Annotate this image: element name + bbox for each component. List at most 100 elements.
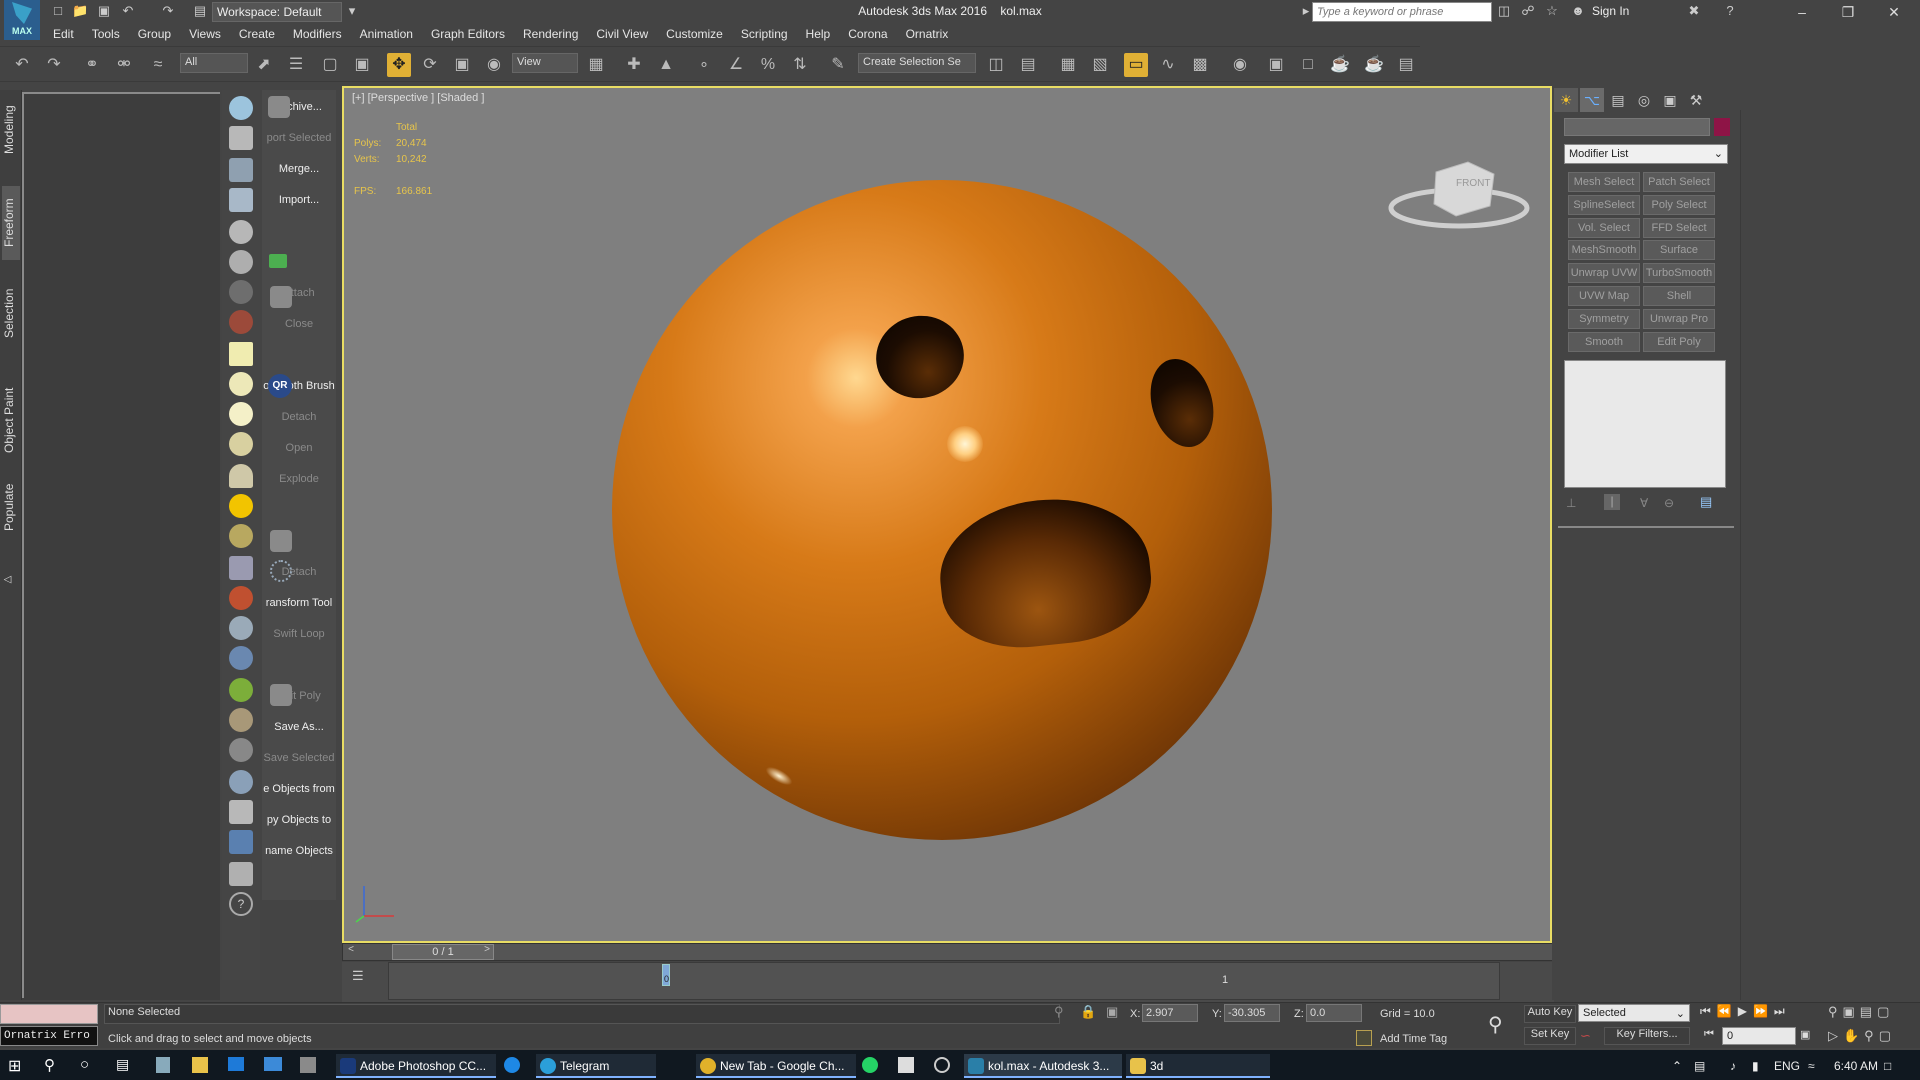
viewport-label[interactable]: [+] [Perspective ] [Shaded ]: [352, 92, 484, 104]
minimize-button[interactable]: –: [1784, 2, 1820, 22]
render-iterative-icon[interactable]: ☕: [1362, 53, 1386, 77]
menu-corona[interactable]: Corona: [839, 24, 896, 41]
window-crossing-icon[interactable]: ▣: [350, 53, 374, 77]
modifier-button[interactable]: UVW Map: [1568, 286, 1640, 306]
disc-icon[interactable]: [229, 372, 253, 396]
new-file-icon[interactable]: □: [50, 3, 66, 19]
quad-item[interactable]: Save Selected: [262, 743, 336, 773]
modifier-stack[interactable]: [1564, 360, 1726, 488]
quad-item[interactable]: [262, 216, 336, 246]
select-object-icon[interactable]: ⬈: [252, 53, 276, 77]
battery-icon[interactable]: ▮: [1752, 1059, 1759, 1073]
bind-space-warp-icon[interactable]: ≈: [146, 53, 170, 77]
render-production-icon[interactable]: ☕: [1328, 53, 1352, 77]
dynamics-icon[interactable]: [229, 280, 253, 304]
ribbon-tab-selection[interactable]: Selection: [2, 280, 20, 346]
named-selection-set-dropdown[interactable]: Create Selection Se: [858, 53, 976, 73]
modifier-button[interactable]: MeshSmooth: [1568, 240, 1640, 261]
menu-customize[interactable]: Customize: [657, 24, 732, 41]
taskbar-telegram[interactable]: Telegram: [536, 1054, 656, 1078]
scene-explorer-icon[interactable]: ▦: [1056, 53, 1080, 77]
key-mode-dropdown[interactable]: Selected ⌄: [1578, 1004, 1690, 1022]
menu-group[interactable]: Group: [129, 24, 180, 41]
archive-icon[interactable]: [229, 96, 253, 120]
modifier-button[interactable]: Vol. Select: [1568, 217, 1640, 238]
edit-named-selection-icon[interactable]: ✎: [826, 53, 850, 77]
render-setup-icon[interactable]: ▣: [1264, 53, 1288, 77]
spiral-icon[interactable]: [229, 738, 253, 762]
menu-views[interactable]: Views: [180, 24, 230, 41]
volume-icon[interactable]: ♪: [1730, 1059, 1736, 1073]
language-indicator[interactable]: ENG: [1774, 1059, 1800, 1073]
user-icon[interactable]: ☻: [1570, 3, 1586, 19]
current-frame-field[interactable]: 0: [1722, 1027, 1796, 1045]
show-end-result-icon[interactable]: |: [1604, 494, 1620, 510]
merge-icon[interactable]: [229, 158, 253, 182]
taskbar-3d-folder[interactable]: 3d: [1126, 1054, 1270, 1078]
quad-item[interactable]: [262, 495, 336, 525]
remove-modifier-icon[interactable]: ⊖: [1664, 496, 1674, 510]
camera-icon[interactable]: [229, 220, 253, 244]
modifier-button[interactable]: Mesh Select: [1568, 172, 1640, 192]
motion-tab-icon[interactable]: ◎: [1632, 88, 1656, 112]
align-icon[interactable]: ▤: [1016, 53, 1040, 77]
selection-filter-dropdown[interactable]: All: [180, 53, 248, 73]
pivot-center-icon[interactable]: ▦: [584, 53, 608, 77]
help-icon[interactable]: ?: [1722, 3, 1738, 19]
tray-chevron-icon[interactable]: ⌃: [1672, 1059, 1682, 1073]
menu-ornatrix[interactable]: Ornatrix: [897, 24, 958, 41]
quad-item[interactable]: name Objects: [262, 836, 336, 866]
grass-icon[interactable]: [229, 678, 253, 702]
menu-graph-editors[interactable]: Graph Editors: [422, 24, 514, 41]
binoculars-icon[interactable]: ◫: [1496, 3, 1512, 19]
import-icon[interactable]: [229, 188, 253, 212]
exchange-icon[interactable]: ✖: [1686, 3, 1702, 19]
modifier-button[interactable]: Surface Select: [1643, 240, 1715, 274]
rectangular-selection-icon[interactable]: ▢: [318, 53, 342, 77]
shape-icon[interactable]: [229, 616, 253, 640]
network-icon[interactable]: ▤: [1694, 1059, 1705, 1073]
menu-edit[interactable]: Edit: [44, 24, 83, 41]
maxscript-listener[interactable]: [0, 1004, 98, 1024]
cylinder-icon[interactable]: [229, 432, 253, 456]
utilities-tab-icon[interactable]: ⚒: [1684, 88, 1708, 112]
hierarchy-tab-icon[interactable]: ▤: [1606, 88, 1630, 112]
object-color-swatch[interactable]: [1714, 118, 1730, 136]
ribbon-expand-icon[interactable]: ▷: [2, 570, 20, 590]
manipulate-icon[interactable]: ✚: [622, 53, 646, 77]
ribbon-tab-object-paint[interactable]: Object Paint: [2, 380, 20, 460]
windows-start-icon[interactable]: ⊞: [8, 1056, 26, 1075]
undo-icon[interactable]: ↶: [10, 53, 34, 77]
restore-button[interactable]: ❐: [1830, 2, 1866, 22]
quad-item[interactable]: Save As...: [262, 712, 336, 742]
quad-item[interactable]: Close: [262, 309, 336, 339]
ribbon-tab-freeform[interactable]: Freeform: [2, 186, 20, 260]
set-key-button[interactable]: Set Key: [1524, 1027, 1576, 1045]
menu-modifiers[interactable]: Modifiers: [284, 24, 351, 41]
time-slider-bar[interactable]: [342, 943, 1554, 961]
menu-scripting[interactable]: Scripting: [732, 24, 797, 41]
create-tab-icon[interactable]: ☀: [1554, 88, 1578, 112]
snaps-toggle-icon[interactable]: ∘: [692, 53, 716, 77]
angle-snap-icon[interactable]: ∠: [724, 53, 748, 77]
cortana-icon[interactable]: ○: [80, 1056, 89, 1073]
task-view-icon[interactable]: ▤: [116, 1056, 129, 1073]
taskbar-chrome[interactable]: New Tab - Google Ch...: [696, 1054, 856, 1078]
unlink-icon[interactable]: ⚮: [112, 53, 136, 77]
time-tag-icon[interactable]: [1356, 1030, 1372, 1046]
x-coordinate-field[interactable]: 2.907: [1142, 1004, 1198, 1022]
viewport-navigation-icons[interactable]: ⚲▣▤▢: [1828, 1004, 1894, 1020]
store-icon[interactable]: [192, 1057, 208, 1073]
rope-icon[interactable]: [229, 708, 253, 732]
menu-civil-view[interactable]: Civil View: [587, 24, 657, 41]
absolute-mode-icon[interactable]: ▣: [1106, 1004, 1118, 1020]
chevron-down-icon[interactable]: ▾: [344, 3, 360, 19]
communication-center-icon[interactable]: ☍: [1520, 3, 1536, 19]
help-icon[interactable]: ?: [229, 892, 253, 916]
menu-create[interactable]: Create: [230, 24, 284, 41]
make-unique-icon[interactable]: ∀: [1640, 496, 1648, 510]
undo-icon[interactable]: ↶: [120, 3, 136, 19]
open-file-icon[interactable]: 📁: [72, 3, 88, 19]
cone-icon[interactable]: [229, 464, 253, 488]
viewcube[interactable]: FRONT: [1384, 148, 1534, 238]
